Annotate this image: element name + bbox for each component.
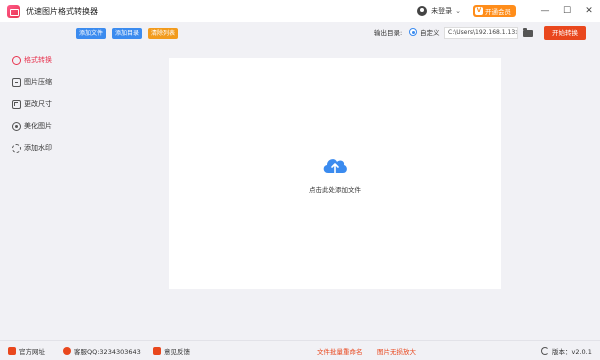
close-button[interactable]: ✕ (578, 0, 600, 22)
sidebar-item-beautify[interactable]: 美化图片 (12, 119, 52, 133)
sidebar-item-compress[interactable]: 图片压缩 (12, 75, 52, 89)
beautify-icon (12, 121, 21, 131)
drop-hint[interactable]: 点击此处添加文件 (169, 184, 501, 194)
batch-rename-link[interactable]: 文件批量重命名 (317, 341, 363, 360)
title-bar-right: 未登录 ⌄ V 开通会员 — ☐ ✕ (417, 0, 600, 22)
add-file-button[interactable]: 添加文件 (76, 28, 107, 39)
version-label: 版本：v2.0.1 (552, 347, 592, 356)
feedback-label: 意见反馈 (164, 347, 190, 356)
resize-icon (12, 99, 21, 109)
clear-list-button[interactable]: 清除列表 (148, 28, 179, 39)
output-path-field[interactable]: C:\Users\192.168.1.13> (444, 27, 518, 39)
sidebar-item-label: 图片压缩 (24, 78, 52, 86)
app-title: 优速图片格式转换器 (26, 6, 98, 16)
convert-icon (12, 55, 21, 65)
sidebar-item-resize[interactable]: 更改尺寸 (12, 97, 52, 111)
lossless-enlarge-link[interactable]: 图片无损放大 (377, 341, 416, 360)
maximize-button[interactable]: ☐ (556, 0, 578, 22)
folder-icon[interactable] (523, 28, 533, 37)
add-folder-button[interactable]: 添加目录 (112, 28, 143, 39)
website-label: 官方网址 (19, 347, 45, 356)
custom-dir-label[interactable]: 自定义 (420, 28, 440, 38)
start-convert-button[interactable]: 开始转换 (544, 26, 586, 40)
sidebar-item-label: 格式转换 (24, 56, 52, 64)
chevron-down-icon[interactable]: ⌄ (455, 7, 461, 15)
qq-icon (63, 346, 71, 355)
cloud-upload-icon (323, 159, 347, 174)
qq-support-link[interactable]: 客服QQ:3234303643 (63, 341, 141, 360)
sidebar: 格式转换 图片压缩 更改尺寸 美化图片 添加水印 (0, 44, 70, 340)
minimize-button[interactable]: — (534, 0, 556, 22)
vip-label: 开通会员 (485, 8, 511, 16)
sidebar-item-format-convert[interactable]: 格式转换 (12, 53, 52, 67)
vip-icon: V (475, 7, 483, 15)
toolbar: 添加文件 添加目录 清除列表 输出目录: 自定义 C:\Users\192.16… (0, 22, 600, 44)
sidebar-item-label: 更改尺寸 (24, 100, 52, 108)
title-bar: 优速图片格式转换器 未登录 ⌄ V 开通会员 — ☐ ✕ (0, 0, 600, 22)
feedback-icon (153, 346, 161, 355)
user-icon[interactable] (417, 6, 428, 16)
refresh-icon (541, 346, 549, 355)
qq-label: 客服QQ:3234303643 (74, 347, 141, 356)
output-dir-label: 输出目录: (374, 29, 403, 37)
custom-dir-radio[interactable] (409, 28, 417, 36)
compress-icon (12, 77, 21, 87)
sidebar-item-label: 美化图片 (24, 122, 52, 130)
login-status[interactable]: 未登录 (431, 6, 452, 16)
file-drop-area[interactable]: 点击此处添加文件 (169, 58, 501, 289)
home-icon (8, 346, 16, 355)
app-logo-icon (7, 4, 20, 18)
version-info[interactable]: 版本：v2.0.1 (541, 341, 592, 360)
footer: 官方网址 客服QQ:3234303643 意见反馈 文件批量重命名 图片无损放大… (0, 340, 600, 360)
sidebar-item-watermark[interactable]: 添加水印 (12, 141, 52, 155)
watermark-icon (12, 143, 21, 153)
website-link[interactable]: 官方网址 (8, 341, 45, 360)
feedback-link[interactable]: 意见反馈 (153, 341, 190, 360)
sidebar-item-label: 添加水印 (24, 144, 52, 152)
vip-button[interactable]: V 开通会员 (473, 5, 516, 17)
